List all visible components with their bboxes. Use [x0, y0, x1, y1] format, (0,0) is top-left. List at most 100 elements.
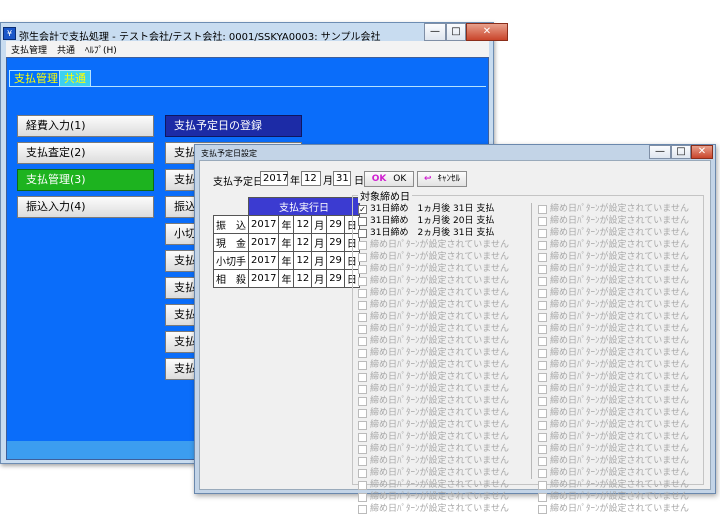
checkbox-box	[358, 396, 367, 406]
day-field[interactable]: 29	[326, 233, 345, 252]
closing-pattern-checkbox-disabled: 締め日ﾊﾟﾀｰﾝが設定されていません	[358, 431, 528, 443]
maximize-button[interactable]: □	[446, 23, 466, 41]
checkbox-label: 締め日ﾊﾟﾀｰﾝが設定されていません	[550, 504, 689, 514]
checkbox-label: 締め日ﾊﾟﾀｰﾝが設定されていません	[550, 324, 689, 334]
checkbox-box	[538, 504, 547, 514]
checkbox-label: 締め日ﾊﾟﾀｰﾝが設定されていません	[370, 360, 509, 370]
menu-item-common[interactable]: 共通	[52, 43, 80, 56]
checkbox-label: 締め日ﾊﾟﾀｰﾝが設定されていません	[370, 300, 509, 310]
checkbox-label: 締め日ﾊﾟﾀｰﾝが設定されていません	[550, 252, 689, 262]
month-field[interactable]: 12	[293, 215, 313, 234]
register-payment-date-button[interactable]: 支払予定日の登録	[165, 115, 302, 137]
closing-list-right: 締め日ﾊﾟﾀｰﾝが設定されていません 締め日ﾊﾟﾀｰﾝが設定されていません 締め日ﾊ…	[538, 203, 703, 515]
closing-pattern-checkbox-disabled: 締め日ﾊﾟﾀｰﾝが設定されていません	[538, 299, 703, 311]
menu-bar: 支払管理 共通 ﾍﾙﾌﾟ(H)	[6, 41, 489, 57]
month-field[interactable]: 12	[293, 233, 313, 252]
checkbox-box	[358, 408, 367, 418]
checkbox-box[interactable]: ✓	[358, 204, 367, 214]
closing-pattern-checkbox[interactable]: 31日締め 1ヵ月後 20日 支払	[358, 215, 528, 227]
checkbox-label: 締め日ﾊﾟﾀｰﾝが設定されていません	[550, 336, 689, 346]
year-field[interactable]: 2017	[247, 215, 280, 234]
checkbox-box[interactable]	[358, 216, 367, 226]
expense-entry-button[interactable]: 経費入力(1)	[17, 115, 154, 137]
app-icon: ¥	[3, 27, 16, 40]
checkbox-label: 締め日ﾊﾟﾀｰﾝが設定されていません	[550, 360, 689, 370]
day-field[interactable]: 29	[326, 215, 345, 234]
checkbox-label: 締め日ﾊﾟﾀｰﾝが設定されていません	[370, 468, 509, 478]
dialog-client: 支払予定日 2017 年 12 月 31 日 OK OK ↩ ｷｬﾝｾﾙ 支払実…	[199, 160, 711, 514]
checkbox-label: 締め日ﾊﾟﾀｰﾝが設定されていません	[370, 504, 509, 514]
tab-payment-management[interactable]: 支払管理	[9, 70, 63, 86]
menu-item-help[interactable]: ﾍﾙﾌﾟ(H)	[80, 43, 122, 56]
checkbox-box	[358, 420, 367, 430]
checkbox-box	[538, 492, 547, 502]
checkbox-box	[538, 348, 547, 358]
closing-date-group-label: 対象締め日	[358, 188, 412, 203]
day-field[interactable]: 29	[326, 251, 345, 270]
pay-year-field[interactable]: 2017	[260, 171, 288, 186]
closing-pattern-checkbox-disabled: 締め日ﾊﾟﾀｰﾝが設定されていません	[538, 503, 703, 515]
checkbox-box	[358, 372, 367, 382]
ok-icon: OK	[371, 174, 387, 184]
closing-pattern-checkbox-disabled: 締め日ﾊﾟﾀｰﾝが設定されていません	[358, 491, 528, 503]
table-row: 現 金 2017 年 12 月 29 日	[213, 233, 360, 252]
checkbox-box	[538, 456, 547, 466]
checkbox-box	[358, 324, 367, 334]
cancel-icon: ↩	[424, 174, 432, 184]
year-unit: 年	[278, 215, 295, 234]
checkbox-box	[358, 288, 367, 298]
closing-pattern-checkbox-disabled: 締め日ﾊﾟﾀｰﾝが設定されていません	[538, 347, 703, 359]
dialog-maximize-button[interactable]: □	[671, 145, 691, 159]
table-header: 支払実行日	[248, 197, 360, 216]
checkbox-label: 締め日ﾊﾟﾀｰﾝが設定されていません	[550, 228, 689, 238]
day-field[interactable]: 29	[326, 269, 345, 288]
year-field[interactable]: 2017	[247, 251, 280, 270]
checkbox-label: 締め日ﾊﾟﾀｰﾝが設定されていません	[370, 252, 509, 262]
tab-common[interactable]: 共通	[59, 70, 91, 86]
checkbox-box	[538, 468, 547, 478]
closing-pattern-checkbox-disabled: 締め日ﾊﾟﾀｰﾝが設定されていません	[538, 311, 703, 323]
closing-pattern-checkbox-disabled: 締め日ﾊﾟﾀｰﾝが設定されていません	[538, 323, 703, 335]
dialog-close-button[interactable]: ✕	[691, 145, 713, 159]
closing-pattern-checkbox-disabled: 締め日ﾊﾟﾀｰﾝが設定されていません	[358, 311, 528, 323]
transfer-entry-button[interactable]: 振込入力(4)	[17, 196, 154, 218]
column-divider	[531, 203, 532, 479]
menu-item-payment[interactable]: 支払管理	[6, 43, 52, 56]
checkbox-box	[538, 396, 547, 406]
closing-pattern-checkbox-disabled: 締め日ﾊﾟﾀｰﾝが設定されていません	[538, 287, 703, 299]
dialog-caption-buttons: — □ ✕	[649, 145, 713, 159]
closing-pattern-checkbox-disabled: 締め日ﾊﾟﾀｰﾝが設定されていません	[358, 239, 528, 251]
checkbox-box	[358, 276, 367, 286]
checkbox-box	[358, 360, 367, 370]
pay-day-field[interactable]: 31	[333, 171, 351, 186]
ok-button[interactable]: OK OK	[364, 171, 414, 187]
closing-pattern-checkbox[interactable]: 31日締め 2ヵ月後 31日 支払	[358, 227, 528, 239]
year-field[interactable]: 2017	[247, 233, 280, 252]
checkbox-label: 締め日ﾊﾟﾀｰﾝが設定されていません	[550, 312, 689, 322]
closing-pattern-checkbox[interactable]: ✓ 31日締め 1ヵ月後 31日 支払	[358, 203, 528, 215]
payment-assessment-button[interactable]: 支払査定(2)	[17, 142, 154, 164]
checkbox-box	[358, 432, 367, 442]
month-unit: 月	[323, 176, 333, 187]
dialog-minimize-button[interactable]: —	[649, 145, 671, 159]
checkbox-box	[358, 300, 367, 310]
checkbox-label: 締め日ﾊﾟﾀｰﾝが設定されていません	[550, 216, 689, 226]
closing-pattern-checkbox-disabled: 締め日ﾊﾟﾀｰﾝが設定されていません	[538, 395, 703, 407]
minimize-button[interactable]: —	[424, 23, 446, 41]
closing-pattern-checkbox-disabled: 締め日ﾊﾟﾀｰﾝが設定されていません	[358, 443, 528, 455]
checkbox-label: 締め日ﾊﾟﾀｰﾝが設定されていません	[370, 372, 509, 382]
year-field[interactable]: 2017	[247, 269, 280, 288]
close-button[interactable]: ✕	[466, 23, 508, 41]
checkbox-box	[358, 384, 367, 394]
closing-pattern-checkbox-disabled: 締め日ﾊﾟﾀｰﾝが設定されていません	[358, 299, 528, 311]
pay-month-field[interactable]: 12	[301, 171, 321, 186]
cancel-button[interactable]: ↩ ｷｬﾝｾﾙ	[417, 171, 467, 187]
month-field[interactable]: 12	[293, 251, 313, 270]
checkbox-box[interactable]	[358, 228, 367, 238]
checkbox-label: 31日締め 1ヵ月後 31日 支払	[370, 204, 495, 214]
month-field[interactable]: 12	[293, 269, 313, 288]
payment-management-button[interactable]: 支払管理(3)	[17, 169, 154, 191]
checkbox-label: 締め日ﾊﾟﾀｰﾝが設定されていません	[550, 408, 689, 418]
closing-pattern-checkbox-disabled: 締め日ﾊﾟﾀｰﾝが設定されていません	[358, 263, 528, 275]
closing-pattern-checkbox-disabled: 締め日ﾊﾟﾀｰﾝが設定されていません	[538, 227, 703, 239]
